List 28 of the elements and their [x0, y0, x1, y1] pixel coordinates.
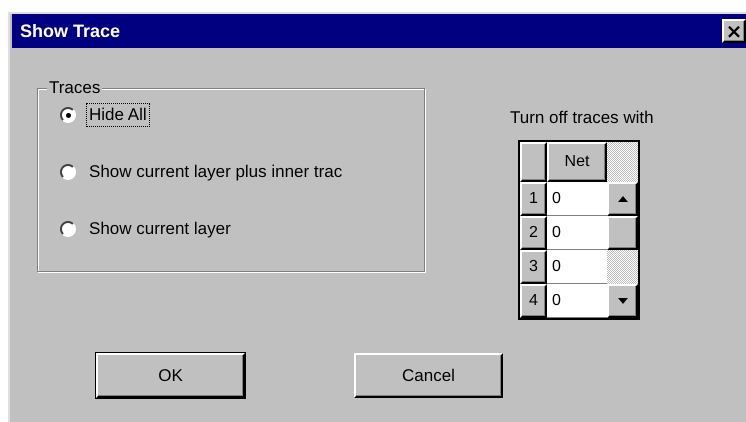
- scrollbar[interactable]: [607, 182, 638, 318]
- radio-button[interactable]: [60, 221, 76, 237]
- close-button[interactable]: ×: [722, 19, 746, 43]
- radio-label[interactable]: Show current layer: [86, 217, 234, 241]
- table-cell[interactable]: 0: [547, 182, 607, 216]
- filter-label: Turn off traces with: [510, 108, 654, 128]
- up-arrow-icon: [618, 196, 628, 202]
- down-arrow-icon: [618, 298, 628, 304]
- radio-label[interactable]: Hide All: [86, 103, 150, 127]
- dialog-button[interactable]: OK: [96, 353, 245, 398]
- corner-header: [520, 142, 547, 182]
- column-header[interactable]: Net: [547, 142, 607, 182]
- row-header[interactable]: 2: [520, 216, 547, 250]
- scroll-down-button[interactable]: [607, 284, 638, 318]
- table-cell[interactable]: 0: [547, 284, 607, 318]
- header-filler: [607, 142, 638, 182]
- radio-button[interactable]: [60, 107, 76, 123]
- row-header[interactable]: 3: [520, 250, 547, 284]
- radio-label[interactable]: Show current layer plus inner trac: [86, 160, 346, 184]
- row-header[interactable]: 4: [520, 284, 547, 318]
- scroll-up-button[interactable]: [607, 182, 638, 216]
- row-header[interactable]: 1: [520, 182, 547, 216]
- window-title: Show Trace: [20, 20, 122, 42]
- dialog-button[interactable]: Cancel: [354, 353, 503, 398]
- table-cell[interactable]: 0: [547, 216, 607, 250]
- radio-button[interactable]: [60, 164, 76, 180]
- scroll-thumb[interactable]: [607, 216, 638, 250]
- table-cell[interactable]: 0: [547, 250, 607, 284]
